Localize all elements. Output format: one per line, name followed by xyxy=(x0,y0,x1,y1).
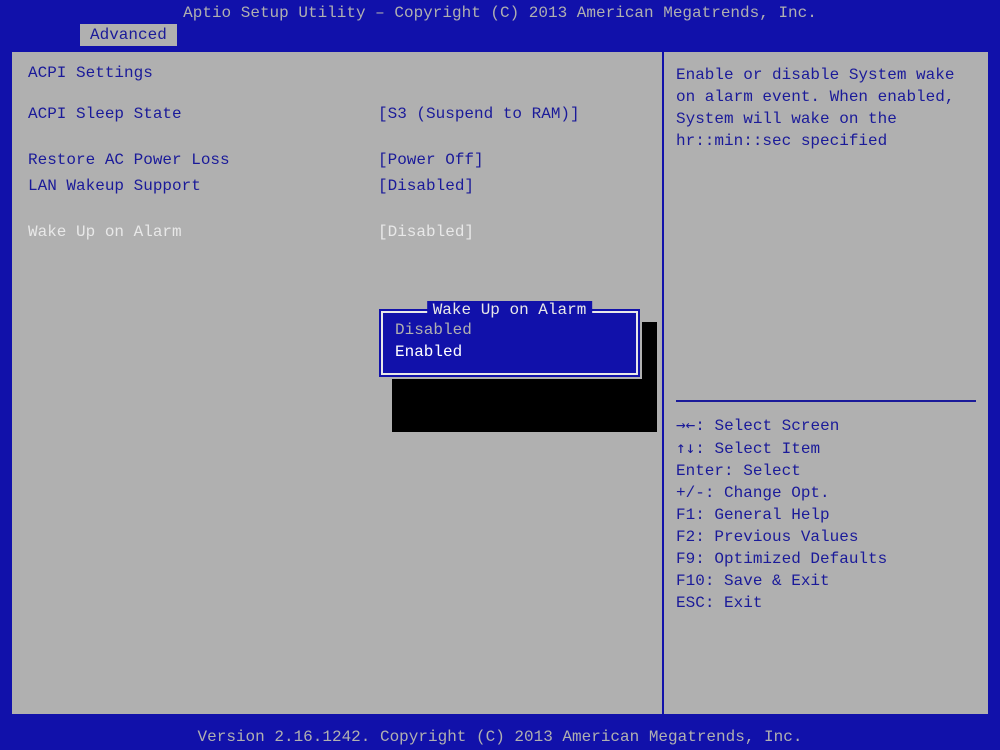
popup-title: Wake Up on Alarm xyxy=(427,301,593,319)
key-help-esc: ESC: Exit xyxy=(676,592,976,614)
setting-value: [Disabled] xyxy=(378,220,474,244)
settings-panel: ACPI Settings ACPI Sleep State [S3 (Susp… xyxy=(12,52,664,714)
key-help-enter: Enter: Select xyxy=(676,460,976,482)
setting-lan-wakeup-support[interactable]: LAN Wakeup Support [Disabled] xyxy=(28,174,646,198)
setting-acpi-sleep-state[interactable]: ACPI Sleep State [S3 (Suspend to RAM)] xyxy=(28,102,646,126)
help-panel: Enable or disable System wake on alarm e… xyxy=(664,52,988,714)
arrow-left-right-icon: →← xyxy=(676,415,695,434)
key-help-select-screen: →←: Select Screen xyxy=(676,414,976,437)
setting-label: ACPI Sleep State xyxy=(28,102,378,126)
section-title: ACPI Settings xyxy=(28,64,646,82)
setting-label: LAN Wakeup Support xyxy=(28,174,378,198)
help-divider xyxy=(676,400,976,402)
setting-label: Wake Up on Alarm xyxy=(28,220,378,244)
key-help-f1: F1: General Help xyxy=(676,504,976,526)
bios-header: Aptio Setup Utility – Copyright (C) 2013… xyxy=(0,0,1000,24)
popup-wake-up-on-alarm: Wake Up on Alarm Disabled Enabled xyxy=(377,307,642,379)
setting-value: [S3 (Suspend to RAM)] xyxy=(378,102,580,126)
tab-row: Advanced xyxy=(0,24,1000,48)
setting-wake-up-on-alarm[interactable]: Wake Up on Alarm [Disabled] xyxy=(28,220,646,244)
key-help-f10: F10: Save & Exit xyxy=(676,570,976,592)
key-help-f9: F9: Optimized Defaults xyxy=(676,548,976,570)
help-text: Enable or disable System wake on alarm e… xyxy=(676,64,976,152)
key-help-f2: F2: Previous Values xyxy=(676,526,976,548)
setting-label: Restore AC Power Loss xyxy=(28,148,378,172)
popup-option-enabled[interactable]: Enabled xyxy=(391,341,628,363)
setting-value: [Disabled] xyxy=(378,174,474,198)
arrow-up-down-icon: ↑↓ xyxy=(676,438,695,457)
setting-value: [Power Off] xyxy=(378,148,484,172)
main-area: ACPI Settings ACPI Sleep State [S3 (Susp… xyxy=(8,48,992,718)
setting-restore-ac-power-loss[interactable]: Restore AC Power Loss [Power Off] xyxy=(28,148,646,172)
key-help-select-item: ↑↓: Select Item xyxy=(676,437,976,460)
key-help-change: +/-: Change Opt. xyxy=(676,482,976,504)
tab-advanced[interactable]: Advanced xyxy=(80,24,177,46)
popup-option-disabled[interactable]: Disabled xyxy=(391,319,628,341)
bios-footer: Version 2.16.1242. Copyright (C) 2013 Am… xyxy=(0,724,1000,750)
